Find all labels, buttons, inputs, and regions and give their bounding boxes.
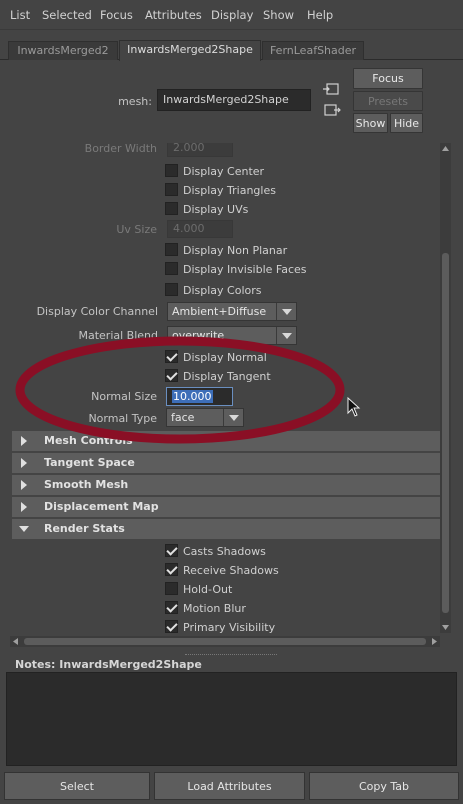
tab-inwardsmerged2shape[interactable]: InwardsMerged2Shape: [119, 40, 261, 61]
chevron-right-icon: [21, 480, 27, 490]
menu-bar: List Selected Focus Attributes Display S…: [0, 0, 463, 30]
node-tab-bar: InwardsMerged2 InwardsMerged2Shape FernL…: [0, 38, 463, 61]
casts-shadows-label: Casts Shadows: [183, 545, 266, 558]
normal-size-value: 10.000: [172, 390, 213, 403]
display-invisible-faces-label: Display Invisible Faces: [183, 263, 307, 276]
receive-shadows-checkbox[interactable]: [165, 563, 178, 576]
menu-show[interactable]: Show: [263, 8, 294, 22]
display-colors-checkbox[interactable]: [165, 283, 178, 296]
scroll-down-icon[interactable]: [441, 624, 450, 631]
section-label: Tangent Space: [44, 456, 135, 469]
normal-type-label: Normal Type: [88, 412, 157, 425]
display-normal-checkbox[interactable]: [165, 350, 178, 363]
mesh-label: mesh:: [118, 95, 152, 108]
notes-textarea[interactable]: [6, 672, 457, 766]
material-blend-label: Material Blend: [78, 329, 158, 342]
chevron-right-icon: [21, 458, 27, 468]
chevron-down-icon: [223, 409, 243, 426]
horizontal-scrollbar[interactable]: [10, 636, 440, 647]
display-color-channel-label: Display Color Channel: [36, 305, 158, 318]
notes-header: Notes: InwardsMerged2Shape: [15, 658, 202, 671]
hide-button[interactable]: Hide: [390, 113, 423, 133]
section-label: Displacement Map: [44, 500, 159, 513]
vertical-scrollbar[interactable]: [440, 143, 451, 633]
uv-size-label: Uv Size: [116, 223, 157, 236]
section-label: Mesh Controls: [44, 434, 133, 447]
display-non-planar-checkbox[interactable]: [165, 243, 178, 256]
display-uvs-checkbox[interactable]: [165, 202, 178, 215]
display-center-checkbox[interactable]: [165, 164, 178, 177]
mesh-name-field[interactable]: InwardsMerged2Shape: [157, 89, 311, 111]
casts-shadows-checkbox[interactable]: [165, 544, 178, 557]
motion-blur-label: Motion Blur: [183, 602, 246, 615]
display-color-channel-dropdown[interactable]: Ambient+Diffuse: [167, 302, 297, 321]
section-mesh-controls[interactable]: Mesh Controls: [12, 431, 440, 451]
receive-shadows-label: Receive Shadows: [183, 564, 279, 577]
section-render-stats[interactable]: Render Stats: [12, 519, 440, 539]
input-connection-icon[interactable]: [323, 82, 341, 96]
display-tangent-label: Display Tangent: [183, 370, 271, 383]
focus-button[interactable]: Focus: [353, 68, 423, 89]
hold-out-label: Hold-Out: [183, 583, 233, 596]
uv-size-field[interactable]: 4.000: [167, 220, 233, 238]
copy-tab-button[interactable]: Copy Tab: [309, 772, 459, 800]
section-tangent-space[interactable]: Tangent Space: [12, 453, 440, 473]
menu-selected[interactable]: Selected: [42, 8, 92, 22]
menu-attributes[interactable]: Attributes: [145, 8, 202, 22]
display-uvs-label: Display UVs: [183, 203, 249, 216]
chevron-down-icon: [276, 327, 296, 344]
menu-help[interactable]: Help: [307, 8, 333, 22]
display-invisible-faces-checkbox[interactable]: [165, 262, 178, 275]
menu-focus[interactable]: Focus: [100, 8, 133, 22]
primary-visibility-checkbox[interactable]: [165, 620, 178, 633]
display-triangles-label: Display Triangles: [183, 184, 276, 197]
notes-splitter[interactable]: [185, 654, 277, 657]
select-button[interactable]: Select: [4, 772, 150, 800]
section-label: Smooth Mesh: [44, 478, 129, 491]
attribute-scroll-panel: Border Width 2.000 Display Center Displa…: [10, 143, 451, 649]
load-attributes-button[interactable]: Load Attributes: [154, 772, 305, 800]
menu-display[interactable]: Display: [211, 8, 253, 22]
border-width-field[interactable]: 2.000: [167, 143, 233, 157]
display-center-label: Display Center: [183, 165, 265, 178]
scroll-left-icon[interactable]: [12, 637, 19, 646]
vertical-scroll-thumb[interactable]: [442, 253, 449, 613]
mouse-cursor-icon: [347, 397, 361, 417]
section-displacement-map[interactable]: Displacement Map: [12, 497, 440, 517]
presets-button[interactable]: Presets: [353, 91, 423, 111]
material-blend-dropdown[interactable]: overwrite: [167, 326, 297, 345]
border-width-label: Border Width: [84, 143, 157, 155]
scroll-up-icon[interactable]: [441, 145, 450, 152]
horizontal-scroll-thumb[interactable]: [24, 638, 426, 645]
chevron-right-icon: [21, 502, 27, 512]
display-triangles-checkbox[interactable]: [165, 183, 178, 196]
display-non-planar-label: Display Non Planar: [183, 244, 288, 257]
tab-inwardsmerged2[interactable]: InwardsMerged2: [8, 41, 118, 60]
motion-blur-checkbox[interactable]: [165, 601, 178, 614]
notes-node-name: InwardsMerged2Shape: [59, 658, 202, 671]
normal-size-label: Normal Size: [91, 390, 157, 403]
tab-fernleafshader[interactable]: FernLeafShader: [262, 41, 364, 60]
chevron-down-icon: [276, 303, 296, 320]
hold-out-checkbox[interactable]: [165, 582, 178, 595]
display-tangent-checkbox[interactable]: [165, 369, 178, 382]
output-connection-icon[interactable]: [323, 103, 341, 117]
normal-size-field[interactable]: 10.000: [166, 387, 233, 406]
show-button[interactable]: Show: [353, 113, 388, 133]
section-label: Render Stats: [44, 522, 125, 535]
notes-label: Notes:: [15, 658, 56, 671]
display-color-channel-value: Ambient+Diffuse: [172, 305, 267, 318]
display-colors-label: Display Colors: [183, 284, 262, 297]
scroll-right-icon[interactable]: [431, 637, 438, 646]
material-blend-value: overwrite: [172, 329, 225, 342]
section-smooth-mesh[interactable]: Smooth Mesh: [12, 475, 440, 495]
chevron-down-icon: [19, 526, 29, 532]
chevron-right-icon: [21, 436, 27, 446]
primary-visibility-label: Primary Visibility: [183, 621, 276, 634]
normal-type-value: face: [171, 411, 195, 424]
menu-list[interactable]: List: [10, 8, 30, 22]
normal-type-dropdown[interactable]: face: [166, 408, 244, 427]
display-normal-label: Display Normal: [183, 351, 267, 364]
